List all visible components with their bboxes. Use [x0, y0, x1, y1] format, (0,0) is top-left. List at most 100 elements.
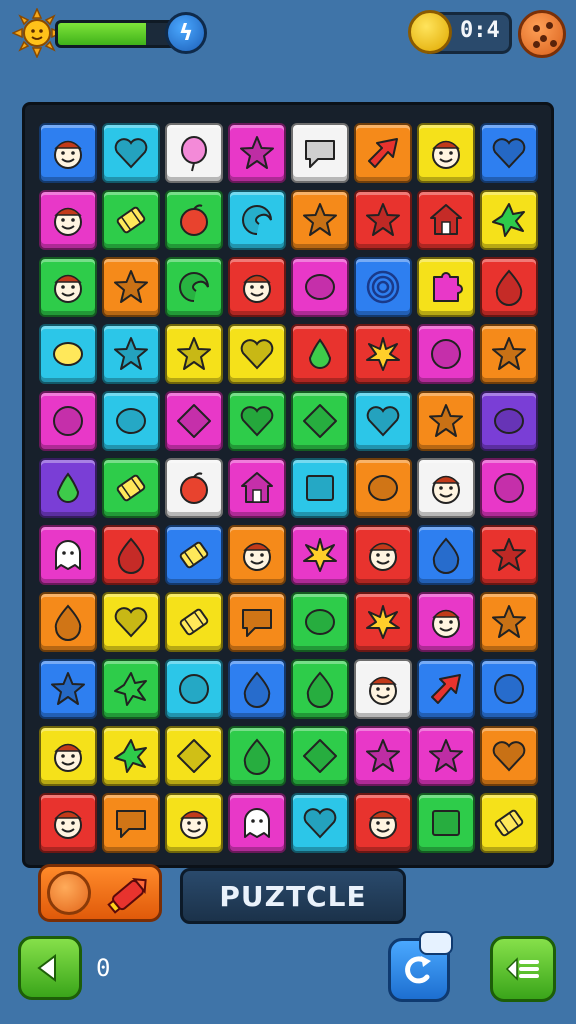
- tile-0-2[interactable]: [165, 123, 223, 183]
- tile-0-3[interactable]: [228, 123, 286, 183]
- tile-9-6[interactable]: [417, 726, 475, 786]
- tile-4-2[interactable]: [165, 391, 223, 451]
- tile-2-6[interactable]: [417, 257, 475, 317]
- tile-4-6[interactable]: [417, 391, 475, 451]
- circle-icon: [494, 674, 524, 704]
- tile-2-2[interactable]: [165, 257, 223, 317]
- back-button[interactable]: [18, 936, 82, 1000]
- circle-icon: [494, 473, 524, 503]
- lemon-icon: [53, 342, 83, 366]
- tile-1-4[interactable]: [291, 190, 349, 250]
- tile-5-6[interactable]: [417, 458, 475, 518]
- tile-8-5[interactable]: [354, 659, 412, 719]
- tile-8-7[interactable]: [480, 659, 538, 719]
- tile-7-0[interactable]: [39, 592, 97, 652]
- tile-5-7[interactable]: [480, 458, 538, 518]
- tile-2-5[interactable]: [354, 257, 412, 317]
- tile-6-5[interactable]: [354, 525, 412, 585]
- tile-3-7[interactable]: [480, 324, 538, 384]
- tile-7-6[interactable]: [417, 592, 475, 652]
- tile-2-0[interactable]: [39, 257, 97, 317]
- tile-10-5[interactable]: [354, 793, 412, 853]
- tile-4-0[interactable]: [39, 391, 97, 451]
- tile-3-1[interactable]: [102, 324, 160, 384]
- tile-7-4[interactable]: [291, 592, 349, 652]
- tile-10-7[interactable]: [480, 793, 538, 853]
- tile-6-1[interactable]: [102, 525, 160, 585]
- tile-4-3[interactable]: [228, 391, 286, 451]
- tile-9-3[interactable]: [228, 726, 286, 786]
- tile-7-5[interactable]: [354, 592, 412, 652]
- tile-1-2[interactable]: [165, 190, 223, 250]
- tile-2-7[interactable]: [480, 257, 538, 317]
- tile-4-5[interactable]: [354, 391, 412, 451]
- cookie-button[interactable]: [518, 10, 566, 58]
- tile-10-3[interactable]: [228, 793, 286, 853]
- tile-4-1[interactable]: [102, 391, 160, 451]
- tile-1-0[interactable]: [39, 190, 97, 250]
- tile-2-1[interactable]: [102, 257, 160, 317]
- tile-5-5[interactable]: [354, 458, 412, 518]
- tile-1-1[interactable]: [102, 190, 160, 250]
- tile-2-4[interactable]: [291, 257, 349, 317]
- tile-10-2[interactable]: [165, 793, 223, 853]
- tile-1-6[interactable]: [417, 190, 475, 250]
- tile-9-0[interactable]: [39, 726, 97, 786]
- tile-4-4[interactable]: [291, 391, 349, 451]
- tile-3-5[interactable]: [354, 324, 412, 384]
- tile-10-6[interactable]: [417, 793, 475, 853]
- tile-6-6[interactable]: [417, 525, 475, 585]
- tile-6-2[interactable]: [165, 525, 223, 585]
- tile-7-7[interactable]: [480, 592, 538, 652]
- tile-0-0[interactable]: [39, 123, 97, 183]
- tile-5-2[interactable]: [165, 458, 223, 518]
- tile-8-1[interactable]: [102, 659, 160, 719]
- tile-3-0[interactable]: [39, 324, 97, 384]
- tile-5-4[interactable]: [291, 458, 349, 518]
- tile-6-4[interactable]: [291, 525, 349, 585]
- tile-0-6[interactable]: [417, 123, 475, 183]
- tile-1-5[interactable]: [354, 190, 412, 250]
- tile-9-2[interactable]: [165, 726, 223, 786]
- leaf-icon: [303, 538, 337, 572]
- tile-9-1[interactable]: [102, 726, 160, 786]
- tile-6-7[interactable]: [480, 525, 538, 585]
- tile-1-7[interactable]: [480, 190, 538, 250]
- star-icon: [366, 739, 400, 772]
- tile-3-2[interactable]: [165, 324, 223, 384]
- menu-button[interactable]: [490, 936, 556, 1002]
- tile-6-3[interactable]: [228, 525, 286, 585]
- tile-9-4[interactable]: [291, 726, 349, 786]
- tile-8-2[interactable]: [165, 659, 223, 719]
- tile-8-4[interactable]: [291, 659, 349, 719]
- tile-0-7[interactable]: [480, 123, 538, 183]
- tile-8-3[interactable]: [228, 659, 286, 719]
- tile-10-1[interactable]: [102, 793, 160, 853]
- tile-8-6[interactable]: [417, 659, 475, 719]
- lightning-button[interactable]: ϟ: [165, 12, 207, 54]
- heart-icon: [114, 138, 148, 169]
- tile-7-3[interactable]: [228, 592, 286, 652]
- tile-3-3[interactable]: [228, 324, 286, 384]
- booster-panel[interactable]: [38, 864, 162, 922]
- tile-2-3[interactable]: [228, 257, 286, 317]
- tile-5-1[interactable]: [102, 458, 160, 518]
- tile-0-5[interactable]: [354, 123, 412, 183]
- tile-0-1[interactable]: [102, 123, 160, 183]
- swap-button[interactable]: [388, 931, 453, 1002]
- tile-9-5[interactable]: [354, 726, 412, 786]
- tile-10-0[interactable]: [39, 793, 97, 853]
- tile-8-0[interactable]: [39, 659, 97, 719]
- tile-9-7[interactable]: [480, 726, 538, 786]
- tile-4-7[interactable]: [480, 391, 538, 451]
- tile-3-6[interactable]: [417, 324, 475, 384]
- tile-7-1[interactable]: [102, 592, 160, 652]
- tile-6-0[interactable]: [39, 525, 97, 585]
- tile-10-4[interactable]: [291, 793, 349, 853]
- tile-1-3[interactable]: [228, 190, 286, 250]
- tile-3-4[interactable]: [291, 324, 349, 384]
- tile-0-4[interactable]: [291, 123, 349, 183]
- tile-5-3[interactable]: [228, 458, 286, 518]
- tile-7-2[interactable]: [165, 592, 223, 652]
- tile-5-0[interactable]: [39, 458, 97, 518]
